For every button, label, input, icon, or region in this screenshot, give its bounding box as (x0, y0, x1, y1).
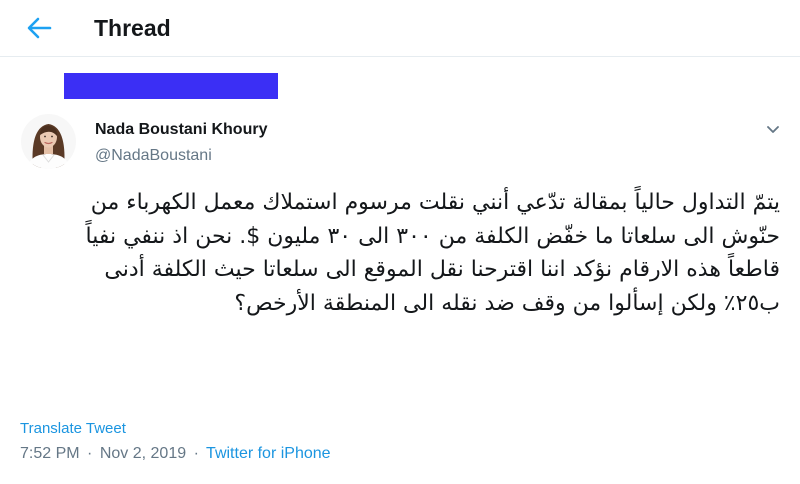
back-button[interactable] (18, 10, 58, 46)
tweet-metadata: 7:52 PM · Nov 2, 2019 · Twitter for iPho… (20, 444, 331, 464)
avatar[interactable] (21, 114, 76, 169)
tweet-time: 7:52 PM (20, 445, 80, 462)
redacted-text-bar (64, 73, 278, 99)
tweet-source-link[interactable]: Twitter for iPhone (206, 445, 331, 462)
tweet-body-text: يتمّ التداول حالياً بمقالة تدّعي أنني نق… (85, 190, 780, 316)
thread-header: Thread (0, 0, 800, 57)
author-display-name[interactable]: Nada Boustani Khoury (95, 120, 267, 140)
profile-photo-icon (21, 114, 76, 169)
arrow-left-icon (27, 17, 52, 39)
tweet-options-button[interactable] (760, 118, 786, 142)
tweet-date: Nov 2, 2019 (99, 445, 187, 462)
chevron-down-icon (767, 126, 779, 133)
page-title: Thread (94, 15, 171, 41)
tweet-thread-page: Thread Nada Boustani Khoury @NadaBoustan… (0, 0, 800, 484)
metadata-separator: · (87, 445, 93, 462)
author-handle[interactable]: @NadaBoustani (95, 146, 212, 166)
metadata-separator: · (193, 445, 199, 462)
translate-tweet-link[interactable]: Translate Tweet (20, 420, 126, 438)
